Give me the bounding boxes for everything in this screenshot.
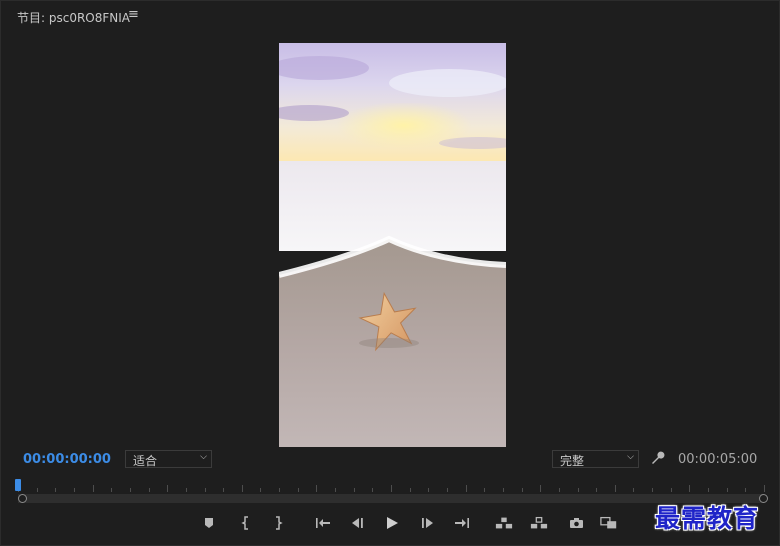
go-to-out-icon[interactable] <box>453 515 471 531</box>
ruler-tick <box>186 488 187 492</box>
ruler-tick <box>354 488 355 492</box>
ruler-tick <box>447 488 448 492</box>
ruler-tick <box>298 488 299 492</box>
ruler-tick <box>37 488 38 492</box>
ruler-tick <box>167 485 168 492</box>
ruler-tick <box>745 488 746 492</box>
ruler-tick <box>74 488 75 492</box>
go-to-in-icon[interactable] <box>314 515 332 531</box>
watermark-logo: 最需教育 <box>655 504 760 533</box>
add-marker-icon[interactable] <box>200 515 218 531</box>
panel-header: 节目: psc0RO8FNIA ≡ <box>0 0 780 32</box>
mark-in-icon[interactable] <box>237 515 255 531</box>
ruler-tick <box>279 488 280 492</box>
starfish-beach-image <box>279 43 506 447</box>
ruler-tick <box>466 485 467 492</box>
ruler-tick <box>205 488 206 492</box>
comparison-view-icon[interactable] <box>600 515 618 531</box>
ruler-tick <box>223 488 224 492</box>
step-forward-icon[interactable] <box>419 515 437 531</box>
ruler-tick <box>391 485 392 492</box>
ruler-tick <box>503 488 504 492</box>
chevron-down-icon: ⌵ <box>200 452 207 462</box>
ruler-tick <box>428 488 429 492</box>
ruler-tick <box>316 485 317 492</box>
ruler-tick <box>522 488 523 492</box>
play-icon[interactable] <box>383 515 401 531</box>
zoom-scroll-bar[interactable] <box>18 494 764 503</box>
mark-out-icon[interactable] <box>269 515 287 531</box>
ruler-tick <box>578 488 579 492</box>
scroll-handle-right[interactable] <box>759 494 768 503</box>
ruler-tick <box>372 488 373 492</box>
ruler-tick <box>633 488 634 492</box>
chevron-down-icon: ⌵ <box>627 452 634 462</box>
extract-icon[interactable] <box>530 515 548 531</box>
zoom-fit-value: 适合 <box>133 454 158 468</box>
ruler-tick <box>55 488 56 492</box>
ruler-tick <box>410 488 411 492</box>
ruler-tick <box>335 488 336 492</box>
playhead[interactable] <box>15 479 21 491</box>
playback-resolution-value: 完整 <box>560 454 585 468</box>
ruler-tick <box>242 485 243 492</box>
program-video-frame[interactable] <box>279 43 506 447</box>
ruler-tick <box>93 485 94 492</box>
export-frame-icon[interactable] <box>567 515 585 531</box>
ruler-tick <box>111 488 112 492</box>
settings-wrench-icon[interactable] <box>650 451 665 470</box>
ruler-tick <box>484 488 485 492</box>
time-ruler[interactable] <box>18 480 765 492</box>
ruler-tick <box>596 488 597 492</box>
zoom-fit-dropdown[interactable]: 适合 ⌵ <box>125 450 212 468</box>
lift-icon[interactable] <box>495 515 513 531</box>
panel-title[interactable]: 节目: psc0RO8FNIA <box>17 9 130 26</box>
ruler-tick <box>764 485 765 492</box>
current-timecode[interactable]: 00:00:00:00 <box>23 452 111 467</box>
ruler-tick <box>130 488 131 492</box>
step-back-icon[interactable] <box>348 515 366 531</box>
ruler-tick <box>671 488 672 492</box>
duration-timecode: 00:00:05:00 <box>678 452 758 467</box>
ruler-tick <box>652 488 653 492</box>
scroll-handle-left[interactable] <box>18 494 27 503</box>
ruler-tick <box>559 488 560 492</box>
ruler-tick <box>615 485 616 492</box>
ruler-tick <box>149 488 150 492</box>
playback-resolution-dropdown[interactable]: 完整 ⌵ <box>552 450 639 468</box>
hamburger-menu-icon[interactable]: ≡ <box>128 7 139 22</box>
ruler-tick <box>540 485 541 492</box>
ruler-tick <box>708 488 709 492</box>
ruler-tick <box>689 485 690 492</box>
ruler-tick <box>260 488 261 492</box>
ruler-tick <box>727 488 728 492</box>
